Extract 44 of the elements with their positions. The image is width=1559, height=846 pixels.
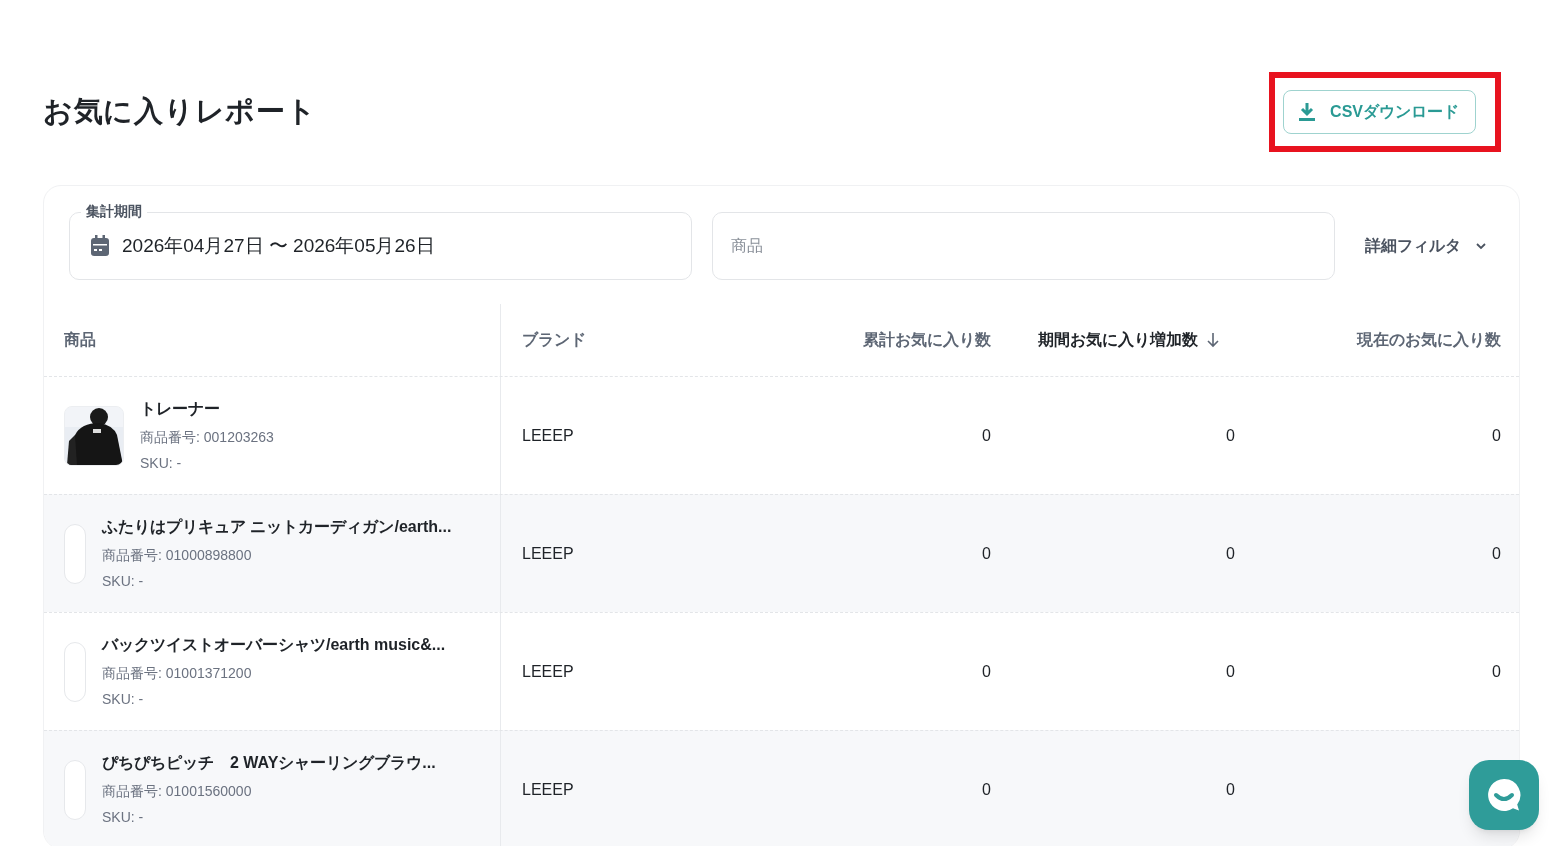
product-sku: SKU: - [102,572,145,591]
column-header[interactable]: 現在のお気に入り数 [1357,328,1501,352]
count-cell-text: 0 [982,661,991,682]
detail-filter-button[interactable]: 詳細フィルタ [1365,234,1487,258]
product-sku: SKU: - [102,808,145,827]
product-sku: SKU: - [140,454,183,473]
image-placeholder [64,759,86,820]
product-number: 商品番号: 001203263 [140,428,274,447]
date-range-value: 2026年04月27日 〜 2026年05月26日 [122,233,435,258]
count-cell-text: 0 [982,425,991,446]
product-number: 商品番号: 01001371200 [102,664,253,683]
count-cell-text: 0 [1492,425,1501,446]
product-name[interactable]: トレーナー [140,397,274,421]
brand-cell-text: LEEEP [522,543,574,564]
count-cell-text: 0 [1226,543,1235,564]
brand-cell-text: LEEEP [522,661,574,682]
calendar-icon [90,235,110,257]
image-placeholder [64,523,86,584]
sort-down-icon [1206,332,1220,348]
column-header[interactable]: 商品 [64,328,96,352]
download-icon [1298,102,1317,122]
product-name[interactable]: バックツイストオーバーシャツ/earth music&... [102,633,446,657]
product-sku: SKU: - [102,690,145,709]
field-placeholder: 商品 [731,236,763,256]
count-cell-text: 0 [982,779,991,800]
count-cell-text: 0 [982,543,991,564]
column-header[interactable]: 期間お気に入り増加数 [1038,328,1220,352]
count-cell-text: 0 [1492,661,1501,682]
column-header[interactable]: ブランド [522,328,586,352]
product-name[interactable]: ぴちぴちピッチ 2 WAYシャーリングブラウ... [102,751,436,775]
chat-button[interactable] [1469,760,1539,830]
product-name[interactable]: ふたりはプリキュア ニットカーディガン/earth... [102,515,452,539]
brand-cell-text: LEEEP [522,779,574,800]
count-cell-text: 0 [1492,543,1501,564]
column-header[interactable]: 累計お気に入り数 [863,328,991,352]
product-number: 商品番号: 01001560000 [102,782,253,801]
page-title: お気に入りレポート [43,94,317,130]
product-number: 商品番号: 01000898800 [102,546,253,565]
count-cell-text: 0 [1226,661,1235,682]
field-label: 集計期間 [81,201,147,222]
brand-cell-text: LEEEP [522,425,574,446]
count-cell-text: 0 [1226,425,1235,446]
count-cell-text: 0 [1226,779,1235,800]
image-placeholder [64,641,86,702]
